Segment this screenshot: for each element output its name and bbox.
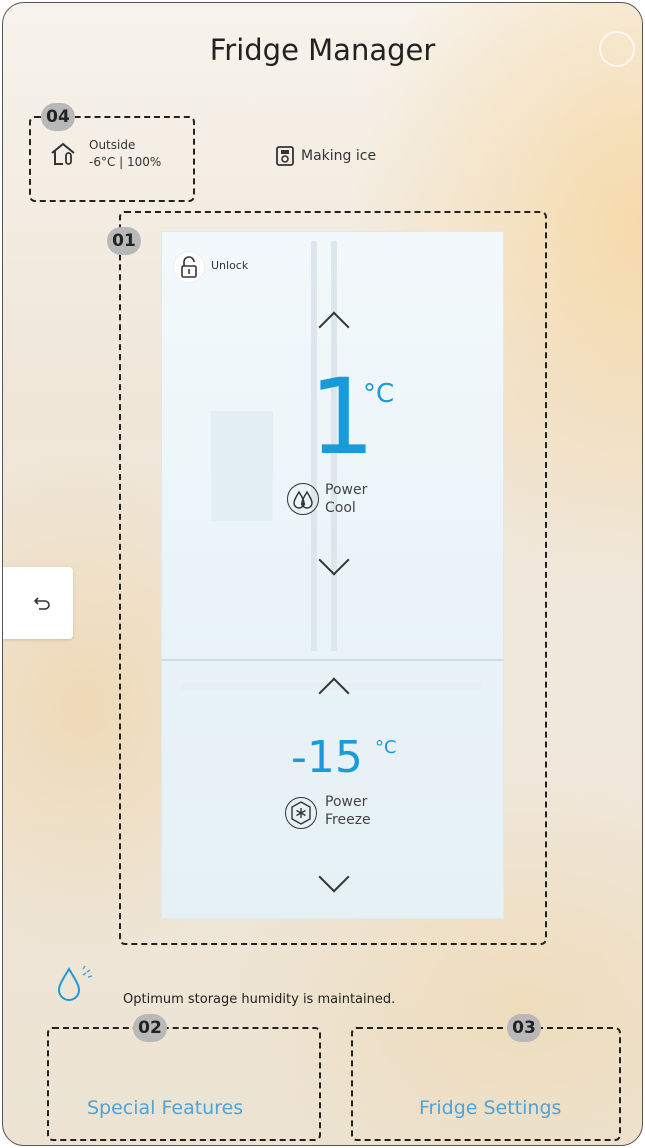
callout-settings-box <box>351 1027 621 1141</box>
fridge-settings-button[interactable]: Fridge Settings <box>419 1097 561 1119</box>
power-freeze-line1: Power <box>325 794 368 810</box>
lock-label: Unlock <box>211 259 249 272</box>
power-cool-icon <box>287 483 319 515</box>
power-freeze-icon <box>285 797 317 829</box>
power-cool-line1: Power <box>325 482 368 498</box>
outside-home-icon <box>49 141 77 167</box>
power-cool-button[interactable]: Power Cool <box>287 479 397 519</box>
callout-badge-04: 04 <box>41 103 75 131</box>
outside-label: Outside <box>89 138 136 152</box>
callout-badge-01: 01 <box>107 227 141 255</box>
making-ice-label: Making ice <box>301 148 377 164</box>
power-icon[interactable] <box>599 31 635 67</box>
power-cool-line2: Cool <box>325 500 356 516</box>
ice-maker-icon <box>275 145 295 167</box>
lock-icon <box>173 251 205 283</box>
callout-badge-03: 03 <box>507 1014 541 1042</box>
back-tab[interactable] <box>3 567 73 639</box>
page-title: Fridge Manager <box>209 33 436 67</box>
humidity-icon <box>55 963 99 1003</box>
callout-badge-02: 02 <box>133 1014 167 1042</box>
callout-special-box <box>47 1027 321 1141</box>
freezer-temp-unit: °C <box>375 737 397 758</box>
unlock-button[interactable]: Unlock <box>173 251 273 285</box>
special-features-button[interactable]: Special Features <box>87 1097 243 1119</box>
fridge-temp-unit: °C <box>363 379 395 409</box>
power-freeze-button[interactable]: Power Freeze <box>285 791 395 831</box>
humidity-message: Optimum storage humidity is maintained. <box>123 992 396 1007</box>
outside-value: -6°C | 100% <box>89 155 162 169</box>
app-frame: Fridge Manager 04 Outside -6°C | 100% Ma… <box>2 2 643 1146</box>
water-dispenser <box>211 411 273 521</box>
back-icon <box>33 597 50 610</box>
power-freeze-line2: Freeze <box>325 812 371 828</box>
freezer-temp-value: -15 <box>291 732 363 783</box>
fridge-freezer-divider <box>161 659 504 661</box>
